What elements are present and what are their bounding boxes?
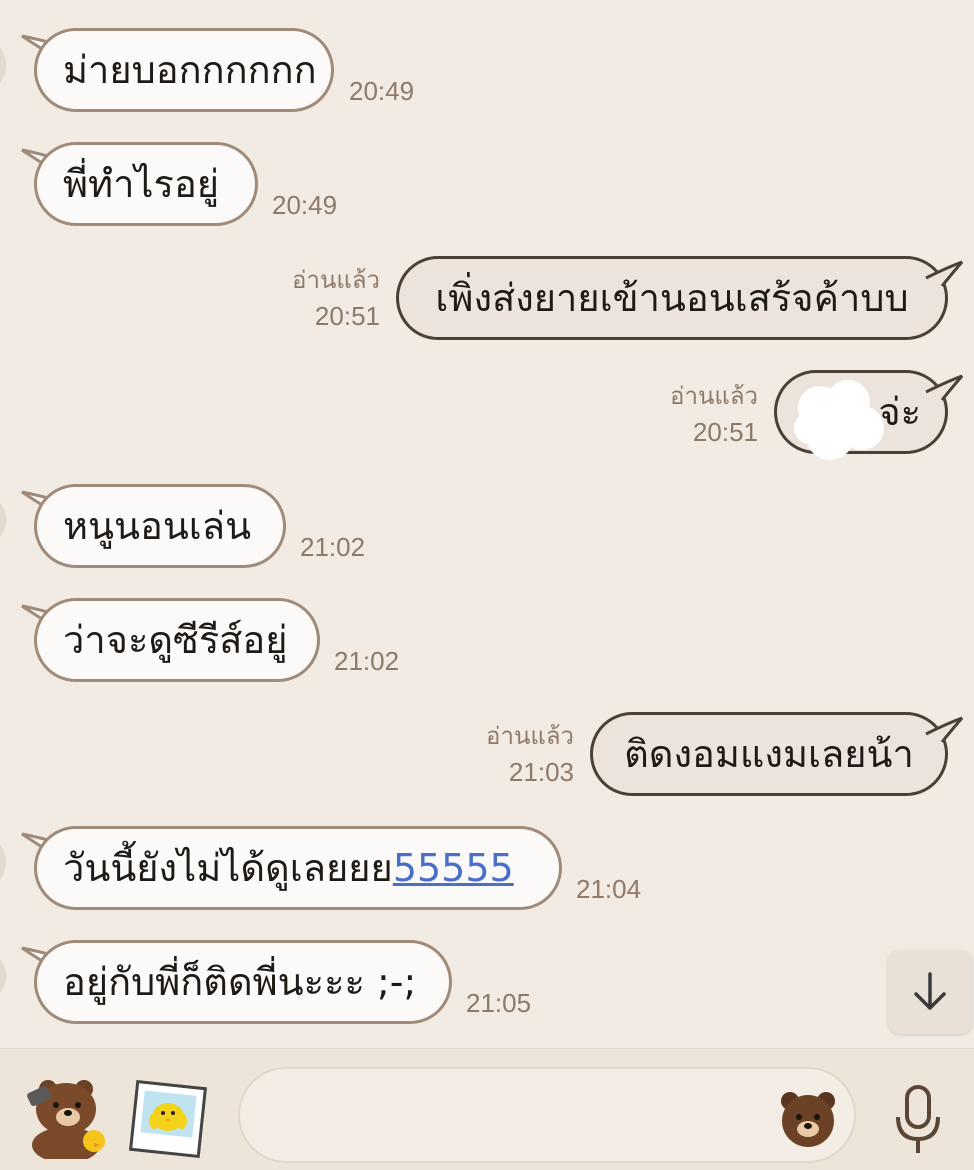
message-time: 21:03 — [508, 757, 574, 787]
message-time: 21:02 — [300, 532, 366, 562]
message-time: 21:02 — [334, 646, 400, 676]
message-text: เพิ่งส่งยายเข้านอนเสร้จค้าบบ — [435, 276, 909, 320]
arrow-down-icon — [914, 972, 946, 1010]
message-bubble[interactable]: พี่ทำไรอยู่ — [34, 142, 258, 226]
message-bubble[interactable]: หนูนอนเล่น — [34, 484, 286, 568]
message-text: พี่ทำไรอยู่ — [63, 162, 220, 206]
bear-sticker-icon[interactable] — [18, 1067, 110, 1159]
message-time: 21:05 — [466, 988, 532, 1018]
bubble-tail — [925, 374, 964, 401]
photo-sticker-icon[interactable] — [128, 1079, 208, 1159]
message-meta: อ่านแล้ว 21:03 — [414, 722, 574, 792]
message-bubble[interactable]: ติดงอมแงมเลยน้า — [590, 712, 948, 796]
message-text: ติดงอมแงมเลยน้า — [624, 732, 914, 776]
read-receipt: อ่านแล้ว — [486, 723, 574, 750]
sender-avatar[interactable] — [0, 842, 6, 882]
message-time: 20:49 — [349, 76, 415, 106]
message-text: อยู่กับพี่ก็ติดพี่นะะะ ;-; — [63, 960, 417, 1004]
message-text: ม่ายบอกกกกกก — [63, 48, 317, 92]
message-input[interactable] — [238, 1067, 856, 1163]
chat-area[interactable]: ม่ายบอกกกกกก 20:49 พี่ทำไรอยู่ 20:49 อ่า… — [0, 0, 974, 1048]
microphone-icon[interactable] — [888, 1081, 948, 1161]
read-receipt: อ่านแล้ว — [670, 383, 758, 410]
message-time: 21:04 — [576, 874, 642, 904]
message-input-bar — [0, 1048, 974, 1170]
message-text: ว่าจะดูซีรีส์อยู่ — [63, 618, 288, 662]
read-receipt: อ่านแล้ว — [292, 267, 380, 294]
sender-avatar[interactable] — [0, 956, 6, 996]
bear-emoji-icon[interactable] — [776, 1085, 840, 1149]
message-bubble[interactable]: วันนี้ยังไม่ได้ดูเลยยย55555 — [34, 826, 562, 910]
message-meta: อ่านแล้ว 20:51 — [220, 266, 380, 336]
message-text: วันนี้ยังไม่ได้ดูเลยยย — [63, 846, 393, 890]
message-time: 20:49 — [272, 190, 338, 220]
sender-avatar[interactable] — [0, 500, 6, 540]
message-bubble[interactable]: เพิ่งส่งยายเข้านอนเสร้จค้าบบ — [396, 256, 948, 340]
message-bubble[interactable]: อยู่กับพี่ก็ติดพี่นะะะ ;-; — [34, 940, 452, 1024]
sender-avatar[interactable] — [0, 45, 6, 85]
scroll-to-bottom-button[interactable] — [888, 950, 972, 1034]
message-time: 20:51 — [692, 417, 758, 447]
message-text: หนูนอนเล่น — [63, 504, 252, 548]
message-time: 20:51 — [314, 301, 380, 331]
privacy-blur-overlay — [794, 380, 884, 460]
bubble-tail — [925, 260, 964, 287]
message-meta: อ่านแล้ว 20:51 — [598, 382, 758, 452]
message-bubble[interactable]: ม่ายบอกกกกกก — [34, 28, 334, 112]
bubble-tail — [925, 716, 964, 743]
number-link[interactable]: 55555 — [393, 846, 514, 890]
message-bubble[interactable]: ว่าจะดูซีรีส์อยู่ — [34, 598, 320, 682]
